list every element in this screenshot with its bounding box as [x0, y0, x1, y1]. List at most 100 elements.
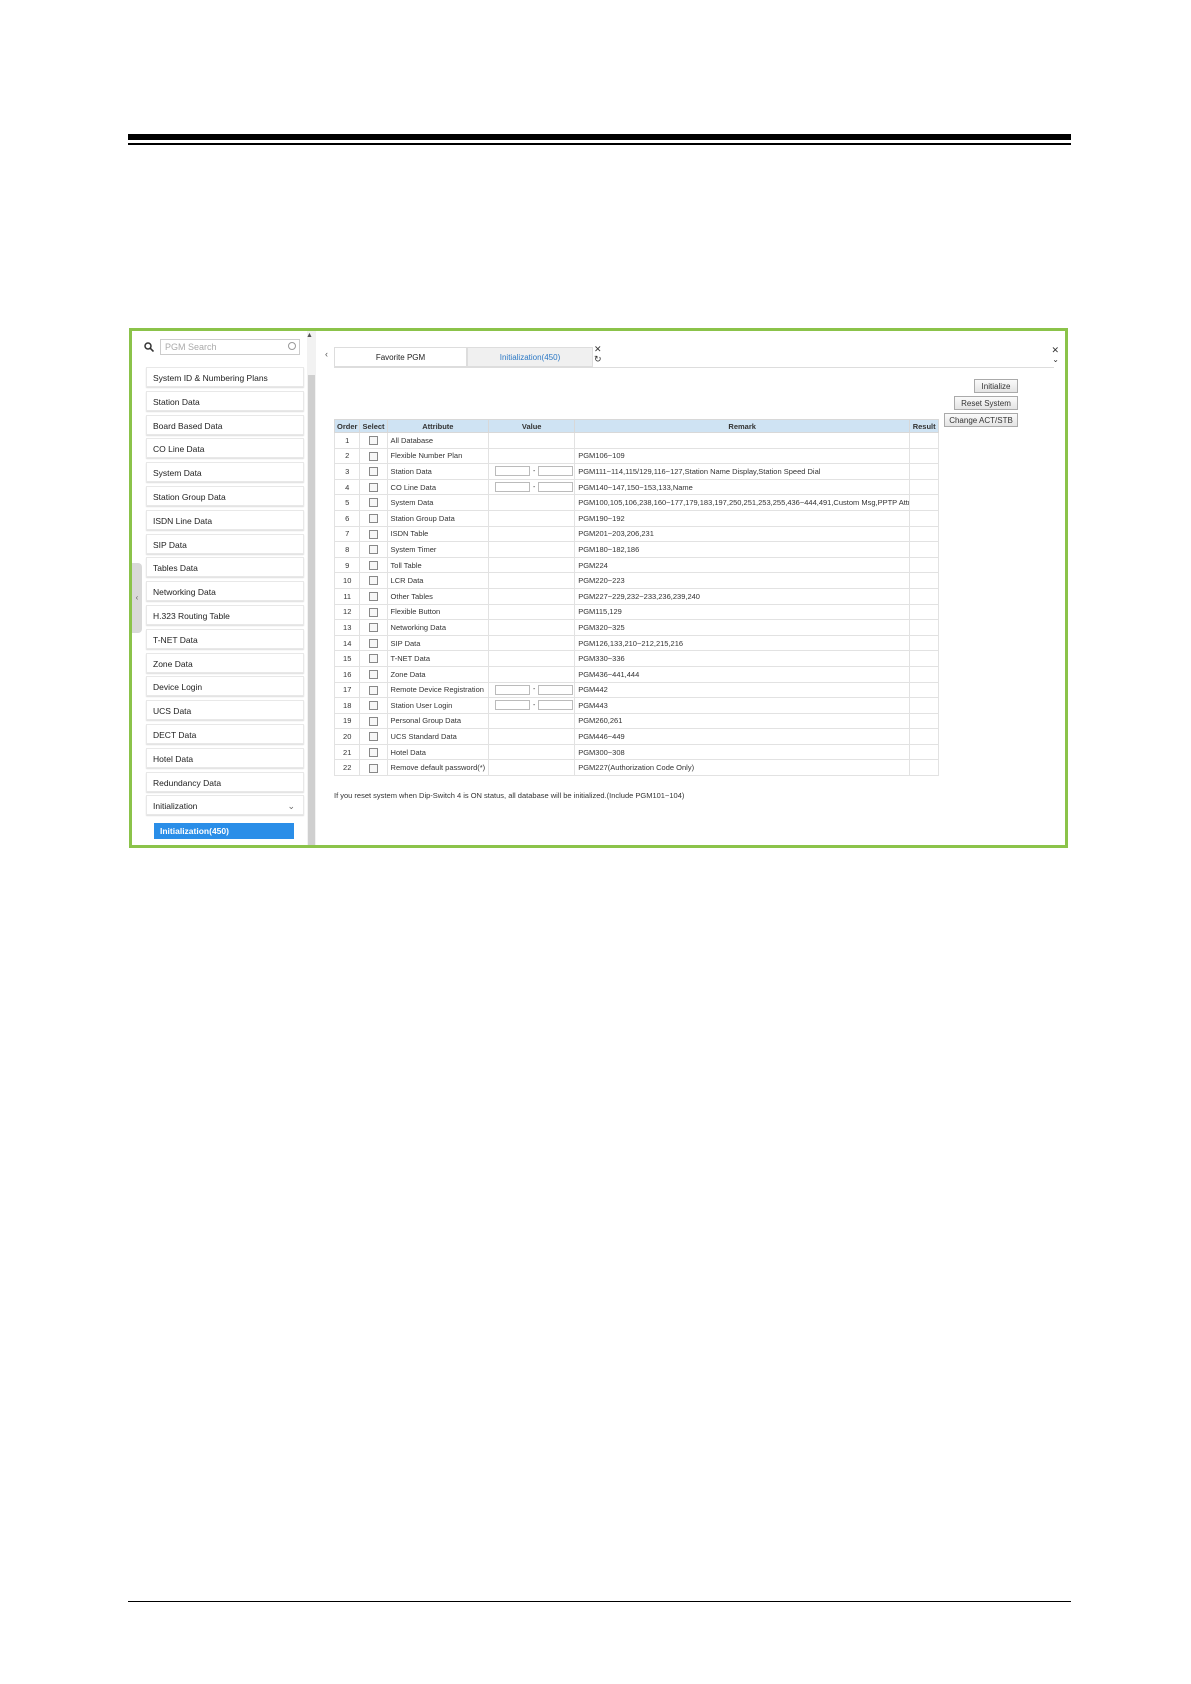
select-checkbox[interactable]: [368, 607, 378, 617]
select-checkbox[interactable]: [368, 732, 378, 742]
sidebar-item-dect-data[interactable]: DECT Data: [146, 723, 304, 744]
tab-favorite-pgm[interactable]: Favorite PGM: [334, 347, 467, 367]
select-checkbox[interactable]: [368, 747, 378, 757]
sidebar-item-redundancy-data[interactable]: Redundancy Data: [146, 771, 304, 792]
select-cell: [359, 603, 388, 621]
table-row: 8 System Timer PGM180~182,186: [333, 541, 940, 558]
clear-search-icon[interactable]: [288, 342, 296, 350]
attribute-cell: System Data: [386, 494, 490, 511]
select-checkbox[interactable]: [368, 654, 378, 664]
result-cell: [909, 541, 940, 558]
sidebar-item-initialization[interactable]: Initialization ⌄: [146, 795, 304, 816]
value-to-input[interactable]: [538, 684, 574, 695]
table-row: 4 CO Line Data - PGM140~147,150~153,133,Nam…: [333, 478, 940, 496]
result-cell: [909, 650, 940, 667]
sidebar-item-station-group-data[interactable]: Station Group Data: [146, 485, 304, 506]
value-from-input[interactable]: [495, 700, 531, 711]
sidebar-item-isdn-line-data[interactable]: ISDN Line Data: [146, 509, 304, 530]
select-checkbox[interactable]: [368, 529, 378, 539]
order-cell: 15: [333, 650, 361, 667]
select-checkbox[interactable]: [368, 623, 378, 633]
remark-cell: PGM330~336: [574, 650, 911, 667]
result-cell: [909, 697, 940, 714]
sidebar-item-ucs-data[interactable]: UCS Data: [146, 700, 304, 721]
sidebar-menu: System ID & Numbering Plans Station Data…: [146, 367, 304, 819]
chevron-down-icon[interactable]: ⌄: [1052, 355, 1059, 364]
search-input[interactable]: PGM Search: [160, 339, 300, 355]
screenshot-frame: PGM Search System ID & Numbering Plans S…: [129, 328, 1068, 848]
value-from-input[interactable]: [495, 466, 531, 477]
sidebar-item-device-login[interactable]: Device Login: [146, 676, 304, 697]
table-row: 15 T-NET Data PGM330~336: [333, 650, 940, 667]
sidebar-item-networking-data[interactable]: Networking Data: [146, 581, 304, 602]
select-checkbox[interactable]: [368, 514, 378, 524]
select-checkbox[interactable]: [368, 701, 378, 711]
value-cell: [488, 494, 576, 511]
result-cell: [909, 728, 940, 745]
sidebar-scrollbar-thumb[interactable]: [308, 375, 315, 845]
value-to-input[interactable]: [538, 700, 574, 711]
initialize-button[interactable]: Initialize: [974, 379, 1018, 393]
table-row: 9 Toll Table PGM224: [333, 556, 940, 574]
attribute-cell: Flexible Number Plan: [386, 447, 490, 465]
tab-prev-arrow-icon[interactable]: ‹: [325, 349, 328, 359]
sidebar: PGM Search System ID & Numbering Plans S…: [132, 331, 316, 845]
scroll-up-arrow-icon[interactable]: ▲: [306, 332, 313, 339]
sidebar-item-station-data[interactable]: Station Data: [146, 390, 304, 411]
result-cell: [909, 712, 940, 730]
reset-system-button[interactable]: Reset System: [954, 396, 1018, 410]
select-cell: [359, 494, 388, 511]
sidebar-item-h323-routing-table[interactable]: H.323 Routing Table: [146, 604, 304, 625]
select-checkbox[interactable]: [368, 545, 378, 555]
order-cell: 10: [333, 572, 361, 589]
sidebar-item-zone-data[interactable]: Zone Data: [146, 652, 304, 673]
table-row: 12 Flexible Button PGM115,129: [333, 603, 940, 621]
sidebar-item-tnet-data[interactable]: T-NET Data: [146, 628, 304, 649]
table-row: 22 Remove default password(*) PGM227(Autho…: [333, 759, 940, 777]
sidebar-item-hotel-data[interactable]: Hotel Data: [146, 747, 304, 768]
sidebar-collapse-handle[interactable]: ‹: [132, 563, 142, 633]
tab-initialization[interactable]: Initialization(450): [467, 347, 593, 367]
value-cell: [488, 665, 576, 683]
select-checkbox[interactable]: [368, 482, 378, 492]
select-checkbox[interactable]: [368, 638, 378, 648]
result-cell: [909, 603, 940, 621]
change-act-stb-button[interactable]: Change ACT/STB: [944, 413, 1018, 427]
sidebar-item-system-id[interactable]: System ID & Numbering Plans: [146, 367, 304, 387]
select-checkbox[interactable]: [368, 685, 378, 695]
select-checkbox[interactable]: [368, 498, 378, 508]
select-checkbox[interactable]: [368, 560, 378, 570]
value-from-input[interactable]: [495, 482, 531, 493]
attribute-cell: UCS Standard Data: [386, 728, 490, 745]
select-checkbox[interactable]: [368, 576, 378, 586]
select-checkbox[interactable]: [368, 763, 378, 773]
attribute-cell: Station Group Data: [386, 509, 490, 527]
select-checkbox[interactable]: [368, 716, 378, 726]
select-checkbox[interactable]: [368, 669, 378, 679]
value-cell: [488, 712, 576, 730]
value-to-input[interactable]: [538, 482, 574, 493]
sidebar-item-board-based-data[interactable]: Board Based Data: [146, 414, 304, 435]
select-checkbox[interactable]: [368, 436, 378, 446]
remark-cell: PGM227~229,232~233,236,239,240: [574, 587, 911, 605]
attribute-cell: Station Data: [386, 463, 490, 480]
sidebar-item-system-data[interactable]: System Data: [146, 462, 304, 483]
result-cell: [909, 572, 940, 589]
value-to-input[interactable]: [538, 466, 574, 477]
value-cell: [488, 587, 576, 605]
value-from-input[interactable]: [495, 684, 531, 695]
refresh-icon[interactable]: ↻: [594, 354, 602, 365]
result-cell: [909, 494, 940, 511]
sidebar-item-tables-data[interactable]: Tables Data: [146, 557, 304, 578]
sidebar-item-co-line-data[interactable]: CO Line Data: [146, 438, 304, 459]
sidebar-item-sip-data[interactable]: SIP Data: [146, 533, 304, 554]
table-row: 1 All Database: [333, 432, 940, 449]
sidebar-subitem-initialization-450[interactable]: Initialization(450): [154, 823, 294, 839]
select-checkbox[interactable]: [368, 591, 378, 601]
select-checkbox[interactable]: [368, 467, 378, 477]
select-checkbox[interactable]: [368, 451, 378, 461]
value-cell: [488, 447, 576, 465]
order-cell: 21: [333, 743, 361, 761]
order-cell: 9: [333, 556, 361, 574]
value-cell: [488, 525, 576, 543]
